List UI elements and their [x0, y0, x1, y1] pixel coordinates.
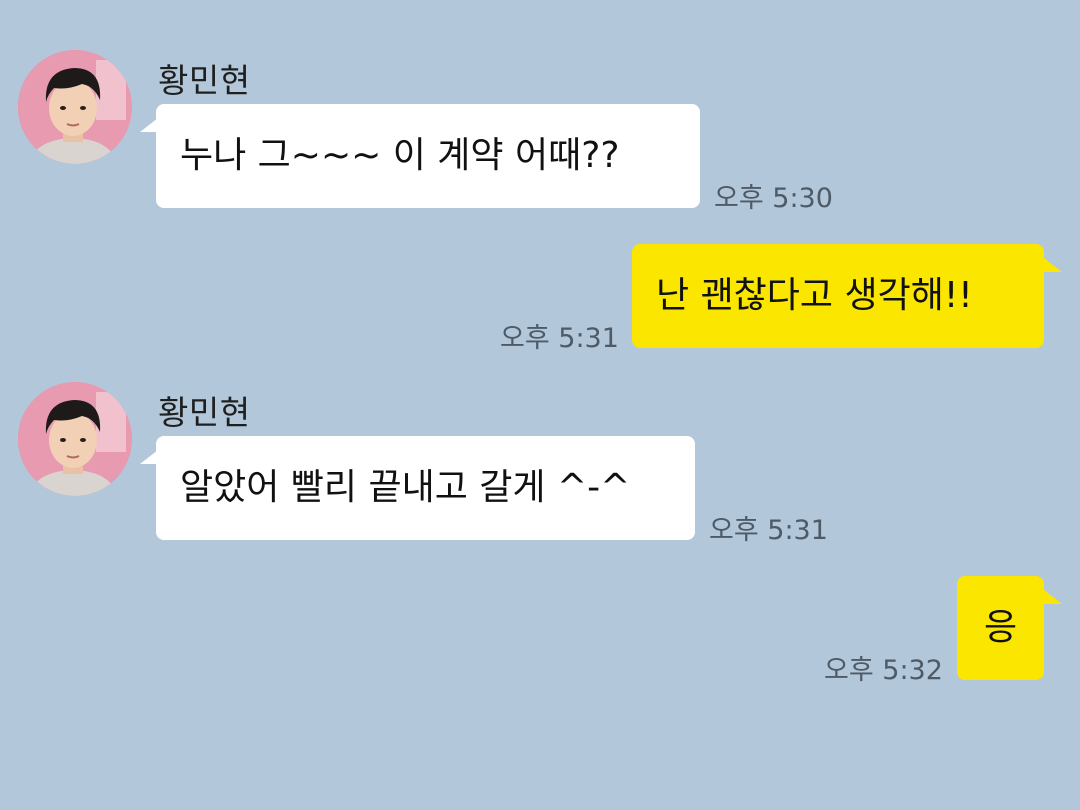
message-time: 오후 5:30: [714, 183, 833, 214]
message-bubble[interactable]: 난 괜찮다고 생각해!!: [632, 244, 1044, 348]
profile-avatar[interactable]: [18, 382, 132, 496]
message-time: 오후 5:31: [709, 515, 828, 546]
profile-avatar[interactable]: [18, 50, 132, 164]
message-bubble[interactable]: 알았어 빨리 끝내고 갈게 ^-^: [156, 436, 695, 540]
sender-name: 황민현: [158, 393, 251, 432]
message-bubble[interactable]: 응: [957, 576, 1044, 680]
profile-photo-icon: [18, 382, 132, 496]
profile-photo-icon: [18, 50, 132, 164]
message-bubble[interactable]: 누나 그~~~ 이 계약 어때??: [156, 104, 700, 208]
chat-room: 황민현 누나 그~~~ 이 계약 어때?? 오후 5:30 오후 5:31 난 …: [0, 0, 1080, 810]
message-time: 오후 5:31: [500, 323, 619, 354]
bubble-tail: [1044, 258, 1062, 272]
message-time: 오후 5:32: [824, 655, 943, 686]
sender-name: 황민현: [158, 61, 251, 100]
bubble-tail: [1044, 590, 1062, 604]
